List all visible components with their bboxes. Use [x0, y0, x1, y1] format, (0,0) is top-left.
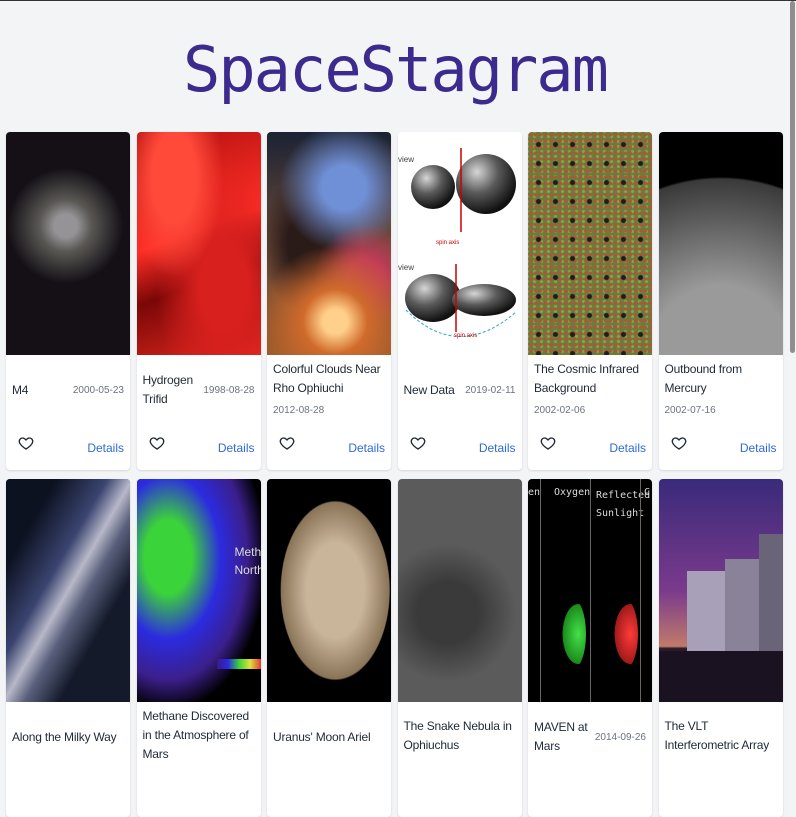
- details-link[interactable]: Details: [87, 441, 124, 455]
- card-image[interactable]: [528, 132, 652, 355]
- app-title: SpaceStagram: [183, 33, 609, 106]
- card-image[interactable]: [6, 479, 130, 702]
- card-title: Methane Discovered in the Atmosphere of …: [142, 709, 250, 761]
- card-image[interactable]: [136, 132, 261, 355]
- heart-icon[interactable]: [540, 435, 556, 451]
- image-text-view: view: [398, 263, 414, 272]
- image-card: M4 2000-05-23 Details: [6, 132, 130, 470]
- card-image[interactable]: en Oxygen Reflected Sunlight C: [528, 479, 652, 702]
- image-text-axis: spin axis: [454, 333, 477, 339]
- heart-icon[interactable]: [279, 435, 295, 451]
- card-title: The VLT Interferometric Array: [664, 718, 770, 752]
- image-text-line: Metha: [234, 545, 261, 559]
- card-image[interactable]: [267, 132, 391, 355]
- card-title: The Cosmic Infrared Background: [534, 362, 639, 395]
- image-grid: M4 2000-05-23 Details Hydrogen Trifid 19…: [6, 132, 783, 817]
- card-image[interactable]: [658, 132, 783, 355]
- card-date: 2002-07-16: [664, 405, 716, 416]
- card-title: The Snake Nebula in Ophiuchus: [403, 718, 512, 752]
- card-image[interactable]: [267, 479, 391, 702]
- image-card: The VLT Interferometric Array: [658, 479, 783, 817]
- scrollbar[interactable]: [789, 1, 796, 738]
- heart-icon[interactable]: [671, 435, 687, 451]
- card-title: M4: [12, 382, 29, 397]
- image-text-line: Northe: [234, 563, 261, 577]
- card-image[interactable]: Metha Northe: [136, 479, 261, 702]
- card-image[interactable]: view spin axis view spin axis: [397, 132, 522, 355]
- heart-icon[interactable]: [410, 435, 426, 451]
- card-title: MAVEN at Mars: [534, 720, 588, 753]
- image-text-label: Reflected Sunlight: [596, 490, 651, 519]
- card-date: 2002-02-06: [534, 405, 586, 416]
- image-card: en Oxygen Reflected Sunlight C MAVEN at …: [528, 479, 652, 817]
- image-card: Outbound from Mercury 2002-07-16 Details: [658, 132, 783, 470]
- image-card: The Snake Nebula in Ophiuchus: [397, 479, 522, 817]
- image-text-label: Oxygen: [554, 487, 591, 498]
- image-text-axis: spin axis: [436, 240, 459, 246]
- card-date: 2000-05-23: [72, 384, 124, 396]
- card-title: Hydrogen Trifid: [142, 373, 194, 406]
- card-date: 2019-02-11: [465, 384, 516, 396]
- details-link[interactable]: Details: [348, 441, 385, 455]
- card-image[interactable]: [397, 479, 522, 702]
- image-card: Along the Milky Way: [6, 479, 130, 817]
- image-card: Metha Northe Methane Discovered in the A…: [136, 479, 261, 817]
- heart-icon[interactable]: [149, 435, 165, 451]
- heart-icon[interactable]: [18, 435, 34, 451]
- image-card: Colorful Clouds Near Rho Ophiuchi 2012-0…: [267, 132, 391, 470]
- card-title: Colorful Clouds Near Rho Ophiuchi: [273, 362, 381, 395]
- image-card: Uranus' Moon Ariel: [267, 479, 391, 817]
- image-card: Hydrogen Trifid 1998-08-28 Details: [136, 132, 261, 470]
- card-title: Outbound from Mercury: [664, 362, 743, 395]
- details-link[interactable]: Details: [218, 441, 255, 455]
- card-date: 2014-09-26: [594, 731, 646, 743]
- card-image[interactable]: [658, 479, 783, 702]
- card-image[interactable]: [6, 132, 130, 355]
- image-text-view: view: [398, 155, 414, 164]
- card-title: Uranus' Moon Ariel: [273, 729, 371, 744]
- image-card: The Cosmic Infrared Background 2002-02-0…: [528, 132, 652, 470]
- scrollbar-thumb[interactable]: [790, 1, 795, 353]
- image-text-label: C: [644, 487, 651, 498]
- details-link[interactable]: Details: [740, 441, 777, 455]
- image-card: view spin axis view spin axis New Data 2…: [397, 132, 522, 470]
- card-title: Along the Milky Way: [12, 729, 117, 744]
- details-link[interactable]: Details: [479, 441, 516, 455]
- card-title: New Data: [403, 382, 455, 397]
- card-date: 1998-08-28: [203, 384, 255, 396]
- card-date: 2012-08-28: [273, 405, 325, 416]
- image-text-label: en: [528, 487, 541, 498]
- details-link[interactable]: Details: [609, 441, 646, 455]
